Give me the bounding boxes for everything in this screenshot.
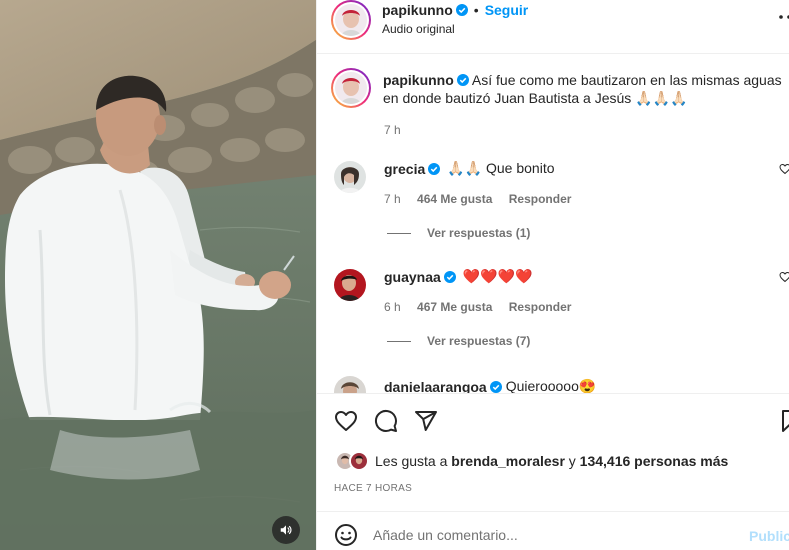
verified-badge-icon [428,162,441,175]
view-replies-button[interactable]: Ver respuestas (1) [387,226,530,240]
commenter-avatar[interactable] [334,376,366,393]
post-video[interactable] [0,0,316,550]
more-horizontal-icon[interactable] [777,10,789,24]
audio-label[interactable]: Audio original [382,22,455,36]
liker-avatars [335,451,375,471]
commenter-avatar[interactable] [334,161,366,193]
comment-username[interactable]: danielaarangoa [384,379,487,394]
publish-button[interactable]: Publicar [749,528,789,544]
likes-count[interactable]: 134,416 personas más [580,453,729,469]
speaker-icon [280,525,292,535]
likes-middle: y [568,453,576,469]
comment-line: danielaarangoa Quierooooo😍 [384,378,596,393]
post-author-line: papikunno • Seguir [382,2,528,18]
comment-heart-icon[interactable] [779,271,789,283]
caption-time[interactable]: 7 h [384,123,401,137]
author-avatar[interactable] [331,0,371,40]
audio-toggle-button[interactable] [272,516,300,544]
post-header: papikunno • Seguir Audio original [317,0,789,54]
caption-author-avatar[interactable] [331,68,371,108]
post-time-ago[interactable]: HACE 7 HORAS [334,483,412,494]
view-replies-button[interactable]: Ver respuestas (7) [387,334,530,348]
comment-username[interactable]: grecia [384,161,425,177]
add-comment-bar: Publicar [317,511,789,550]
avatar-image [334,376,366,393]
liker-avatar[interactable] [349,451,369,471]
replies-divider [387,232,411,234]
post-actions-section: Les gusta a brenda_moralesr y 134,416 pe… [317,393,789,550]
comment-likes[interactable]: 464 Me gusta [417,192,492,206]
reply-button[interactable]: Responder [509,192,572,206]
likes-summary: Les gusta a brenda_moralesr y 134,416 pe… [335,451,728,471]
view-replies-label: Ver respuestas (7) [427,334,531,348]
comment-text: Quierooooo😍 [505,378,597,393]
view-replies-label: Ver respuestas (1) [427,226,531,240]
comment-text: ❤️❤️❤️❤️ [462,268,533,284]
comment-meta: 6 h 467 Me gusta Responder [384,300,584,314]
reply-button[interactable]: Responder [509,300,572,314]
comment-line: guaynaa ❤️❤️❤️❤️ [384,268,533,285]
comment-time[interactable]: 7 h [384,192,401,206]
comment-input[interactable] [373,522,733,548]
comment-heart-icon[interactable] [779,163,789,175]
comment-meta: 7 h 464 Me gusta Responder [384,192,584,206]
bookmark-icon[interactable] [779,409,789,433]
avatar-image [351,453,367,469]
replies-divider [387,340,411,342]
comment-item-partial: danielaarangoa Quierooooo😍 [317,375,789,393]
comment-text: 🙏🏻🙏🏻 Que bonito [447,160,555,176]
comment-icon[interactable] [374,409,398,433]
verified-badge-icon [443,270,456,283]
avatar-image [335,4,367,36]
likes-prefix: Les gusta a [375,453,448,469]
instagram-post-view: papikunno • Seguir Audio original papiku… [0,0,789,550]
post-details-panel: papikunno • Seguir Audio original papiku… [316,0,789,550]
commenter-avatar[interactable] [334,269,366,301]
header-separator: • [473,2,479,18]
send-icon[interactable] [414,409,438,433]
verified-badge-icon [455,4,468,16]
liker-username[interactable]: brenda_moralesr [451,453,565,469]
avatar-image [335,72,367,104]
caption-username[interactable]: papikunno [383,72,454,88]
comment-likes[interactable]: 467 Me gusta [417,300,492,314]
comment-time[interactable]: 6 h [384,300,401,314]
emoji-icon[interactable] [334,523,358,547]
follow-button[interactable]: Seguir [485,2,529,18]
video-frame [0,0,316,550]
avatar-image [334,269,366,301]
comment-line: grecia 🙏🏻🙏🏻 Que bonito [384,160,555,177]
comment-username[interactable]: guaynaa [384,269,441,285]
verified-badge-icon [456,74,469,86]
avatar-image [334,161,366,193]
verified-badge-icon [489,380,502,393]
heart-icon[interactable] [334,409,358,433]
caption-text-block: papikunno Así fue como me bautizaron en … [383,71,783,107]
post-author-username[interactable]: papikunno [382,2,453,18]
